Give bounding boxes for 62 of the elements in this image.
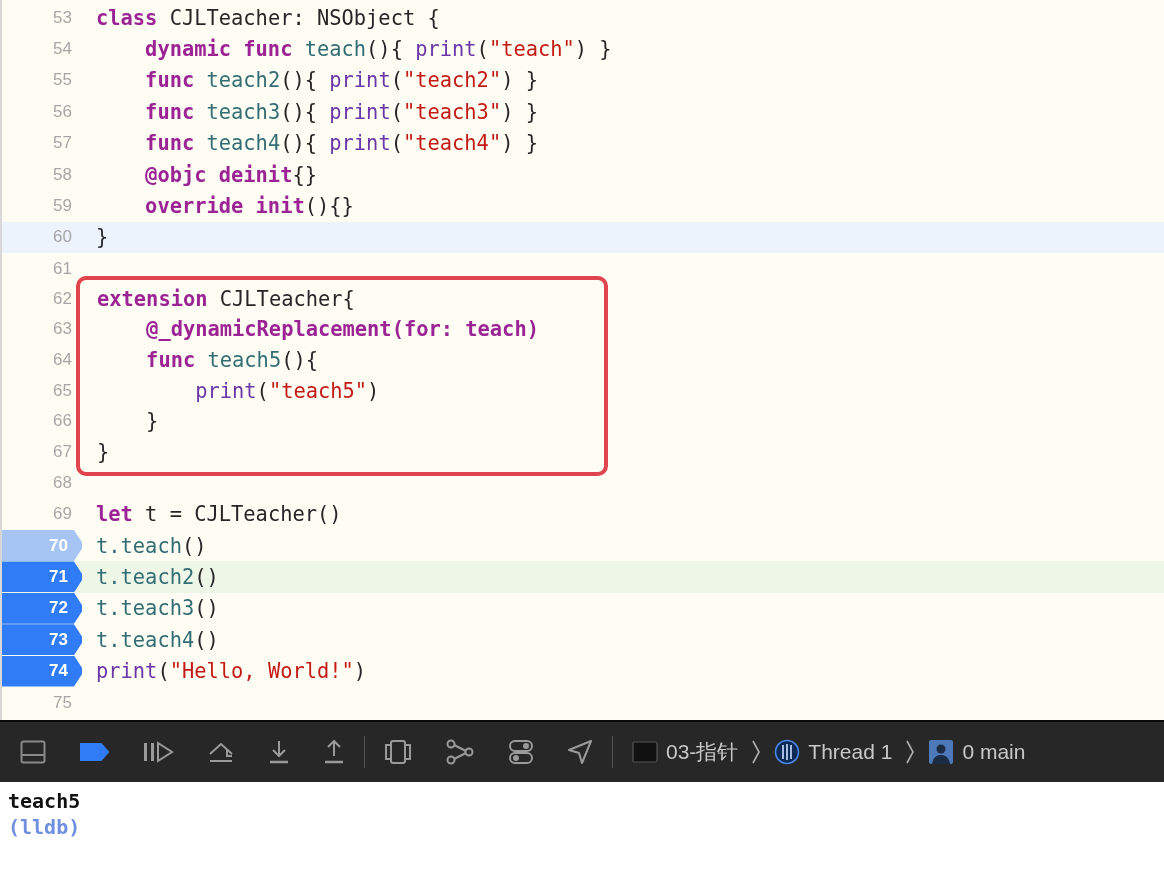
code-line: dynamic func teach(){ print("teach") } bbox=[144, 37, 612, 62]
code-line: t.teach3() bbox=[96, 596, 219, 621]
thread-icon bbox=[774, 739, 801, 765]
line-number: 53 bbox=[53, 7, 73, 28]
code-line: @_dynamicReplacement(for: teach) bbox=[145, 317, 539, 342]
line-number: 69 bbox=[53, 504, 73, 525]
step-into-icon[interactable] bbox=[268, 739, 290, 765]
console-output: teach5 bbox=[8, 788, 82, 814]
line-number: 62 bbox=[53, 288, 73, 309]
code-line: print("Hello, World!") bbox=[96, 659, 367, 684]
line-number: 57 bbox=[53, 133, 73, 154]
code-line: override init(){} bbox=[144, 194, 354, 219]
line-number: 58 bbox=[53, 164, 73, 185]
code-line: func teach2(){ print("teach2") } bbox=[144, 68, 538, 93]
panel-toggle-icon[interactable] bbox=[20, 740, 46, 764]
breadcrumb-item[interactable]: 0 main bbox=[928, 739, 1026, 765]
line-number: 75 bbox=[53, 692, 73, 713]
continue-icon[interactable] bbox=[142, 741, 174, 763]
code-line: } bbox=[97, 439, 110, 464]
code-line: func teach5(){ bbox=[145, 348, 318, 372]
code-line: t.teach() bbox=[96, 533, 207, 558]
breakpoint-marker[interactable]: 72 bbox=[2, 592, 82, 624]
breadcrumb-item[interactable]: Thread 1 bbox=[774, 739, 893, 765]
code-line: func teach3(){ print("teach3") } bbox=[144, 99, 538, 124]
line-number: 63 bbox=[53, 319, 73, 340]
line-number: 55 bbox=[53, 70, 73, 91]
line-number: 66 bbox=[53, 411, 73, 432]
breakpoint-marker[interactable]: 73 bbox=[2, 624, 82, 656]
line-number: 65 bbox=[53, 380, 73, 401]
code-line: t.teach4() bbox=[96, 627, 219, 652]
code-line: print("teach5") bbox=[194, 378, 380, 403]
chevron-icon bbox=[751, 739, 762, 765]
breadcrumb-item[interactable]: 03-指针 bbox=[632, 738, 739, 766]
breakpoint-marker[interactable]: 71 bbox=[2, 561, 82, 593]
console-prompt: (lldb) bbox=[8, 814, 82, 840]
line-number: 68 bbox=[53, 472, 73, 493]
line-number: 56 bbox=[53, 101, 73, 122]
view-hierarchy-icon[interactable] bbox=[384, 739, 412, 765]
code-line: let t = CJLTeacher() bbox=[96, 502, 342, 527]
line-number: 60 bbox=[53, 227, 73, 248]
code-line: @objc deinit{} bbox=[144, 162, 317, 187]
location-arrow-icon[interactable] bbox=[567, 739, 593, 765]
chevron-icon bbox=[905, 739, 916, 765]
code-line: } bbox=[145, 409, 159, 434]
toggle-switches-icon[interactable] bbox=[508, 739, 534, 765]
line-number: 61 bbox=[53, 258, 73, 279]
line-number: 64 bbox=[53, 350, 73, 370]
memory-graph-icon[interactable] bbox=[445, 739, 475, 765]
step-out-icon[interactable] bbox=[323, 739, 345, 765]
line-number: 59 bbox=[53, 196, 73, 217]
code-line: } bbox=[96, 225, 109, 250]
terminal-window-icon bbox=[632, 741, 658, 763]
code-line: func teach4(){ print("teach4") } bbox=[144, 131, 538, 156]
code-line: extension CJLTeacher{ bbox=[97, 286, 355, 311]
breakpoint-toggle-icon[interactable] bbox=[79, 743, 109, 761]
breakpoint-marker[interactable]: 74 bbox=[2, 655, 82, 687]
user-silhouette-icon bbox=[928, 739, 955, 765]
line-number: 67 bbox=[53, 441, 73, 462]
line-number: 54 bbox=[53, 39, 73, 60]
code-line: t.teach2() bbox=[96, 564, 219, 589]
step-over-icon[interactable] bbox=[207, 740, 235, 764]
code-line: class CJLTeacher: NSObject { bbox=[96, 5, 440, 30]
